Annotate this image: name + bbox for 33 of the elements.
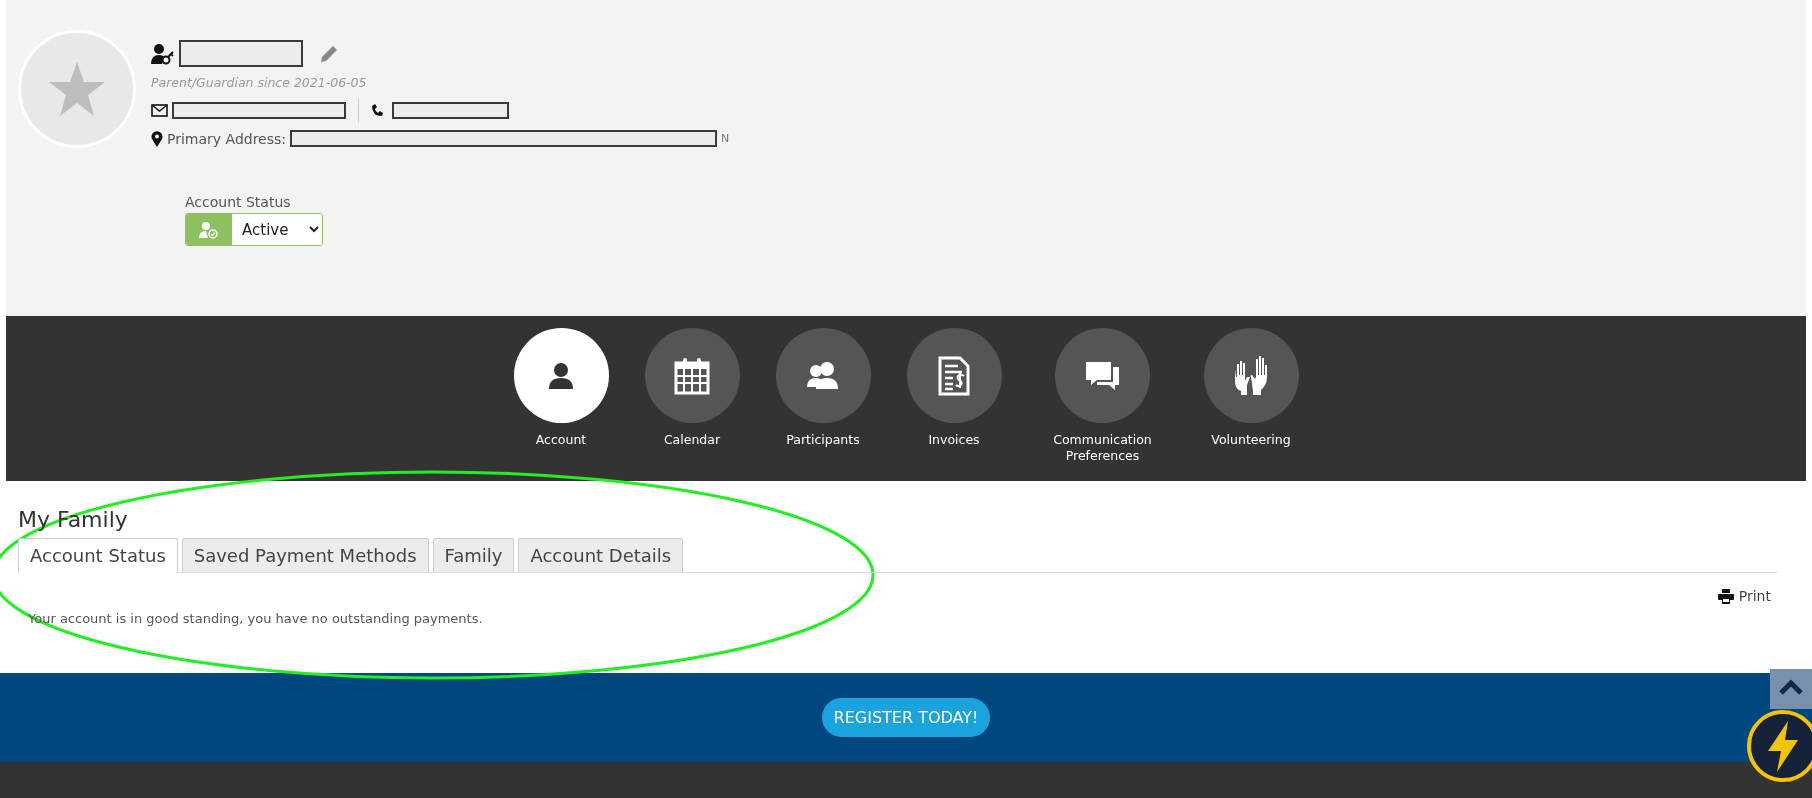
address-text-fragment: N — [721, 132, 730, 145]
chevron-up-icon — [1778, 679, 1804, 695]
chat-icon — [1084, 359, 1121, 392]
person-icon — [548, 361, 574, 390]
people-icon — [805, 360, 841, 391]
tab[interactable]: Account Details — [518, 538, 684, 572]
invoice-icon — [938, 355, 970, 396]
member-since-text: Parent/Guardian since 2021-06-05 — [151, 75, 368, 90]
nav-item[interactable]: Calendar — [626, 328, 758, 481]
tab[interactable]: Account Status — [18, 538, 178, 573]
user-key-icon — [151, 42, 175, 65]
print-button[interactable]: Print — [1711, 587, 1777, 605]
account-status-label: Account Status — [185, 194, 292, 210]
nav-item[interactable]: Account — [495, 328, 627, 481]
nav-item[interactable]: Participants — [757, 328, 889, 481]
tab[interactable]: Saved Payment Methods — [181, 538, 429, 572]
nav-item[interactable]: Volunteering — [1185, 328, 1317, 481]
account-status-select[interactable]: Active — [185, 213, 323, 246]
nav-item[interactable]: Communication Preferences — [1019, 328, 1186, 481]
nav-item[interactable]: Invoices — [888, 328, 1020, 481]
scroll-top-button[interactable] — [1770, 669, 1812, 709]
map-pin-icon — [151, 130, 163, 147]
user-check-icon — [199, 220, 219, 239]
section-title: My Family — [18, 507, 129, 532]
lightning-button-icon[interactable] — [1746, 709, 1812, 783]
tab[interactable]: Family — [432, 538, 515, 572]
printer-icon — [1717, 588, 1734, 604]
star-icon — [47, 60, 107, 118]
pencil-icon[interactable] — [319, 43, 339, 64]
phone-icon — [371, 103, 384, 117]
calendar-icon — [674, 356, 710, 395]
envelope-icon — [151, 103, 168, 117]
address-label: Primary Address: — [167, 130, 287, 147]
